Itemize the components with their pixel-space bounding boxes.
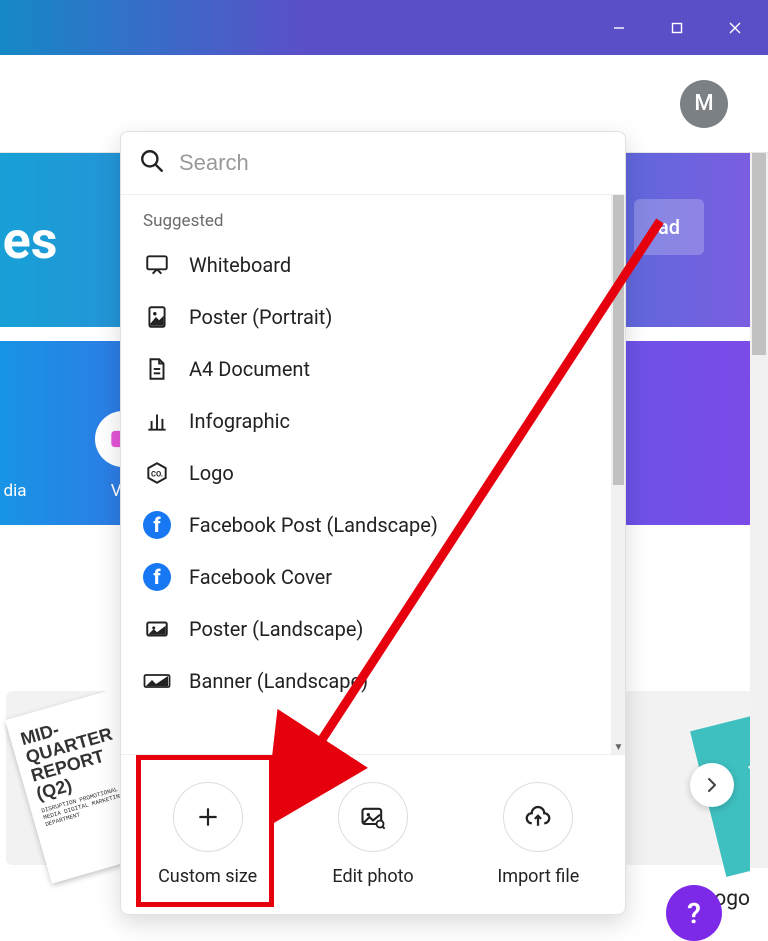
suggestion-label: Logo <box>189 461 234 485</box>
maximize-button[interactable] <box>654 8 700 48</box>
suggestion-banner-landscape[interactable]: Banner (Landscape) <box>121 655 625 707</box>
suggestion-label: A4 Document <box>189 357 310 381</box>
template-label: 4 Document <box>0 887 99 923</box>
suggestion-a4-document[interactable]: A4 Document <box>121 343 625 395</box>
upload-button[interactable]: ad <box>634 199 704 255</box>
suggestion-facebook-post[interactable]: f Facebook Post (Landscape) <box>121 499 625 551</box>
suggestions-scrollbar[interactable]: ▼ <box>611 195 625 754</box>
plus-icon <box>173 782 243 852</box>
avatar[interactable]: M <box>680 80 728 128</box>
suggestion-label: Poster (Portrait) <box>189 305 332 329</box>
action-label: Edit photo <box>332 866 413 887</box>
suggestion-label: Poster (Landscape) <box>189 617 363 641</box>
carousel-next-button[interactable] <box>690 763 734 807</box>
page-scrollbar[interactable] <box>750 55 768 868</box>
search-popover: Suggested Whiteboard Poster (Portrait) A… <box>120 131 626 915</box>
image-icon <box>143 615 171 643</box>
window-titlebar <box>0 0 768 55</box>
suggestion-logo[interactable]: CO. Logo <box>121 447 625 499</box>
edit-photo-button[interactable]: Edit photo <box>298 782 448 887</box>
import-file-button[interactable]: Import file <box>463 782 613 887</box>
suggestion-label: Whiteboard <box>189 253 291 277</box>
search-input[interactable] <box>179 150 607 176</box>
facebook-icon: f <box>143 511 171 539</box>
suggestion-poster-portrait[interactable]: Poster (Portrait) <box>121 291 625 343</box>
suggestion-label: Banner (Landscape) <box>189 669 368 693</box>
image-icon <box>143 303 171 331</box>
logo-icon: CO. <box>143 459 171 487</box>
category-label: dia <box>0 481 60 501</box>
search-row <box>121 132 625 195</box>
suggestions-scrollbar-thumb[interactable] <box>613 195 624 485</box>
help-button[interactable]: ? <box>666 885 722 941</box>
cloud-upload-icon <box>503 782 573 852</box>
action-row: Custom size Edit photo Import file <box>121 754 625 914</box>
banner-icon <box>143 667 171 695</box>
facebook-icon: f <box>143 563 171 591</box>
suggestion-label: Facebook Post (Landscape) <box>189 513 438 537</box>
whiteboard-icon <box>143 251 171 279</box>
action-label: Import file <box>497 866 579 887</box>
svg-text:CO.: CO. <box>151 469 163 478</box>
edit-photo-icon <box>338 782 408 852</box>
suggestion-label: Infographic <box>189 409 290 433</box>
suggestion-poster-landscape[interactable]: Poster (Landscape) <box>121 603 625 655</box>
chart-icon <box>143 407 171 435</box>
custom-size-button[interactable]: Custom size <box>133 782 283 887</box>
document-icon <box>143 355 171 383</box>
scroll-down-icon[interactable]: ▼ <box>612 740 625 754</box>
suggestion-label: Facebook Cover <box>189 565 332 589</box>
suggestion-infographic[interactable]: Infographic <box>121 395 625 447</box>
minimize-button[interactable] <box>596 8 642 48</box>
search-icon <box>139 148 165 178</box>
suggestion-facebook-cover[interactable]: f Facebook Cover <box>121 551 625 603</box>
category-item[interactable]: dia <box>0 411 60 501</box>
suggested-header: Suggested <box>121 195 625 239</box>
suggestion-whiteboard[interactable]: Whiteboard <box>121 239 625 291</box>
hero-headline: ou des <box>0 210 57 271</box>
action-label: Custom size <box>158 866 257 887</box>
close-button[interactable] <box>712 8 758 48</box>
